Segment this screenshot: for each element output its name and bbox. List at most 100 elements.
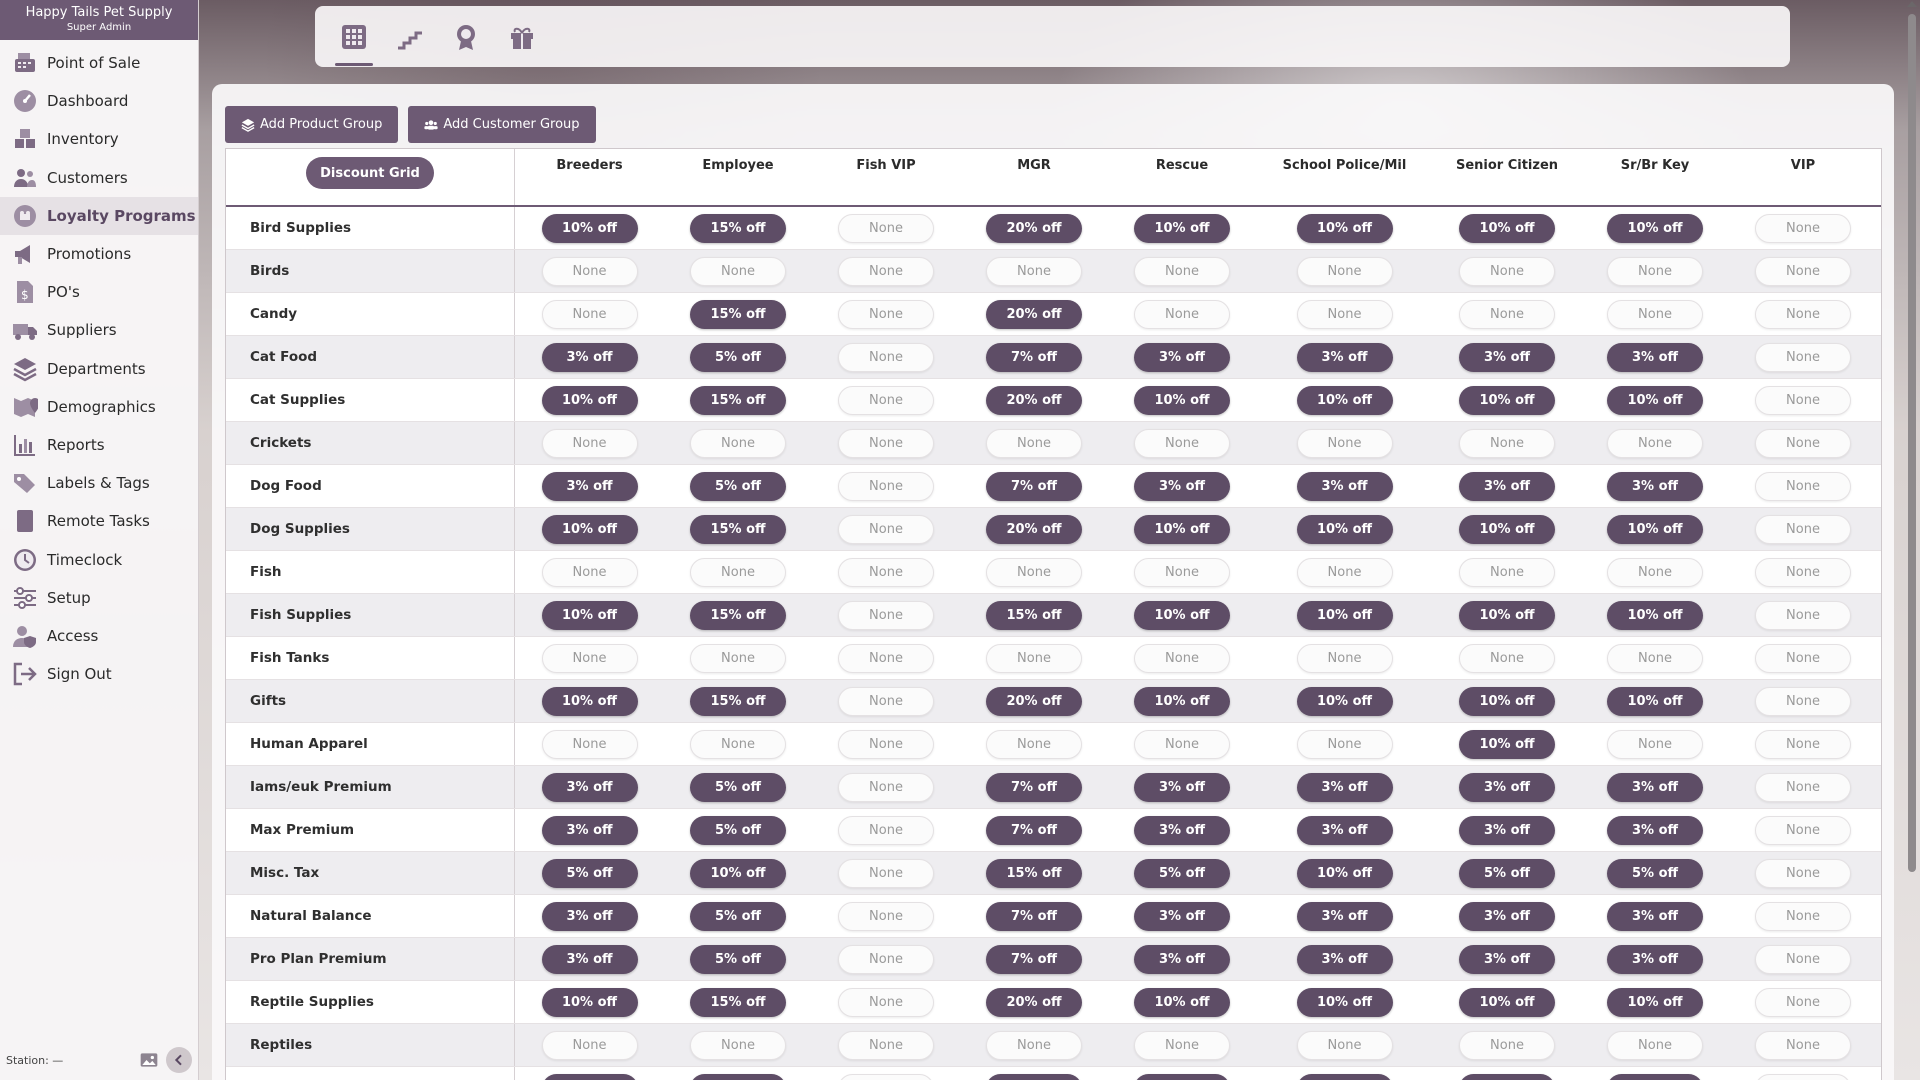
discount-pill[interactable]: [690, 1073, 786, 1080]
discount-pill[interactable]: 10% off: [1607, 385, 1703, 415]
discount-pill[interactable]: [1607, 1073, 1703, 1080]
discount-pill[interactable]: 10% off: [1296, 600, 1393, 630]
discount-pill[interactable]: None: [1755, 557, 1851, 587]
discount-pill[interactable]: 3% off: [1134, 815, 1230, 845]
discount-pill[interactable]: None: [1134, 256, 1230, 286]
discount-pill[interactable]: 3% off: [1296, 944, 1393, 974]
discount-pill[interactable]: None: [690, 428, 786, 458]
discount-pill[interactable]: 10% off: [541, 213, 638, 243]
discount-pill[interactable]: None: [1755, 1030, 1851, 1060]
discount-pill[interactable]: None: [1296, 729, 1393, 759]
discount-pill[interactable]: 3% off: [541, 901, 638, 931]
discount-pill[interactable]: 7% off: [986, 471, 1082, 501]
discount-pill[interactable]: None: [1755, 815, 1851, 845]
discount-pill[interactable]: 10% off: [1134, 600, 1230, 630]
discount-pill[interactable]: 10% off: [1607, 600, 1703, 630]
discount-pill[interactable]: 3% off: [1296, 342, 1393, 372]
sidebar-item-sign-out[interactable]: Sign Out: [0, 655, 198, 693]
discount-pill[interactable]: None: [838, 471, 934, 501]
discount-pill[interactable]: 7% off: [986, 815, 1082, 845]
discount-pill[interactable]: None: [690, 1030, 786, 1060]
discount-pill[interactable]: None: [838, 385, 934, 415]
discount-pill[interactable]: 3% off: [1296, 471, 1393, 501]
discount-pill[interactable]: None: [690, 256, 786, 286]
discount-pill[interactable]: 10% off: [1296, 686, 1393, 716]
discount-pill[interactable]: 10% off: [1459, 729, 1555, 759]
discount-pill[interactable]: 10% off: [1134, 987, 1230, 1017]
discount-pill[interactable]: None: [690, 643, 786, 673]
discount-pill[interactable]: 3% off: [1134, 342, 1230, 372]
discount-pill[interactable]: 10% off: [1296, 514, 1393, 544]
discount-pill[interactable]: None: [541, 557, 638, 587]
discount-pill[interactable]: 5% off: [1134, 858, 1230, 888]
discount-pill[interactable]: 10% off: [1607, 686, 1703, 716]
discount-pill[interactable]: None: [1755, 944, 1851, 974]
discount-pill[interactable]: None: [1607, 299, 1703, 329]
discount-pill[interactable]: None: [1607, 256, 1703, 286]
discount-pill[interactable]: None: [541, 299, 638, 329]
discount-pill[interactable]: 3% off: [1296, 901, 1393, 931]
sidebar-item-suppliers[interactable]: Suppliers: [0, 311, 198, 349]
discount-pill[interactable]: 10% off: [1459, 514, 1555, 544]
discount-pill[interactable]: 10% off: [1134, 514, 1230, 544]
discount-pill[interactable]: 20% off: [986, 686, 1082, 716]
collapse-sidebar-button[interactable]: [166, 1047, 192, 1073]
discount-pill[interactable]: 15% off: [690, 514, 786, 544]
discount-pill[interactable]: 10% off: [541, 514, 638, 544]
discount-pill[interactable]: None: [1459, 428, 1555, 458]
discount-pill[interactable]: None: [1134, 729, 1230, 759]
sidebar-item-point-of-sale[interactable]: Point of Sale: [0, 44, 198, 82]
discount-pill[interactable]: None: [1134, 643, 1230, 673]
tiers-tab[interactable]: [387, 12, 433, 62]
discount-pill[interactable]: None: [838, 729, 934, 759]
discount-pill[interactable]: None: [838, 514, 934, 544]
discount-pill[interactable]: 15% off: [690, 600, 786, 630]
sidebar-item-demographics[interactable]: Demographics: [0, 388, 198, 426]
discount-pill[interactable]: None: [1755, 471, 1851, 501]
discount-pill[interactable]: [541, 1073, 638, 1080]
discount-pill[interactable]: None: [838, 600, 934, 630]
discount-pill[interactable]: 10% off: [1607, 213, 1703, 243]
gifts-tab[interactable]: [499, 12, 545, 62]
discount-pill[interactable]: 15% off: [986, 600, 1082, 630]
discount-pill[interactable]: 15% off: [986, 858, 1082, 888]
discount-pill[interactable]: None: [838, 858, 934, 888]
discount-pill[interactable]: 3% off: [1459, 815, 1555, 845]
discount-pill[interactable]: None: [1296, 299, 1393, 329]
discount-pill[interactable]: None: [1607, 557, 1703, 587]
discount-pill[interactable]: None: [1296, 256, 1393, 286]
discount-pill[interactable]: 10% off: [1296, 385, 1393, 415]
discount-pill[interactable]: 5% off: [690, 342, 786, 372]
discount-pill[interactable]: None: [1296, 643, 1393, 673]
discount-pill[interactable]: 5% off: [1459, 858, 1555, 888]
discount-pill[interactable]: [1134, 1073, 1230, 1080]
discount-pill[interactable]: 7% off: [986, 944, 1082, 974]
discount-pill[interactable]: 3% off: [541, 815, 638, 845]
discount-pill[interactable]: None: [838, 342, 934, 372]
discount-pill[interactable]: 10% off: [1459, 987, 1555, 1017]
discount-pill[interactable]: None: [838, 213, 934, 243]
discount-pill[interactable]: None: [1755, 987, 1851, 1017]
discount-pill[interactable]: 3% off: [1459, 342, 1555, 372]
discount-pill[interactable]: None: [1134, 557, 1230, 587]
discount-pill[interactable]: 5% off: [690, 772, 786, 802]
discount-pill[interactable]: None: [1607, 428, 1703, 458]
discount-pill[interactable]: None: [690, 557, 786, 587]
discount-pill[interactable]: 10% off: [1607, 987, 1703, 1017]
discount-pill[interactable]: None: [838, 428, 934, 458]
discount-pill[interactable]: 10% off: [1134, 385, 1230, 415]
discount-pill[interactable]: None: [541, 729, 638, 759]
discount-pill[interactable]: None: [541, 256, 638, 286]
discount-pill[interactable]: None: [1755, 385, 1851, 415]
discount-pill[interactable]: None: [1607, 729, 1703, 759]
discount-pill[interactable]: 20% off: [986, 385, 1082, 415]
discount-pill[interactable]: None: [1459, 643, 1555, 673]
discount-pill[interactable]: None: [986, 729, 1082, 759]
sidebar-item-inventory[interactable]: Inventory: [0, 120, 198, 158]
discount-pill[interactable]: None: [1296, 428, 1393, 458]
discount-pill[interactable]: 5% off: [690, 944, 786, 974]
rewards-tab[interactable]: [443, 12, 489, 62]
discount-pill[interactable]: 10% off: [1459, 213, 1555, 243]
discount-pill[interactable]: 10% off: [1134, 213, 1230, 243]
discount-pill[interactable]: 7% off: [986, 772, 1082, 802]
